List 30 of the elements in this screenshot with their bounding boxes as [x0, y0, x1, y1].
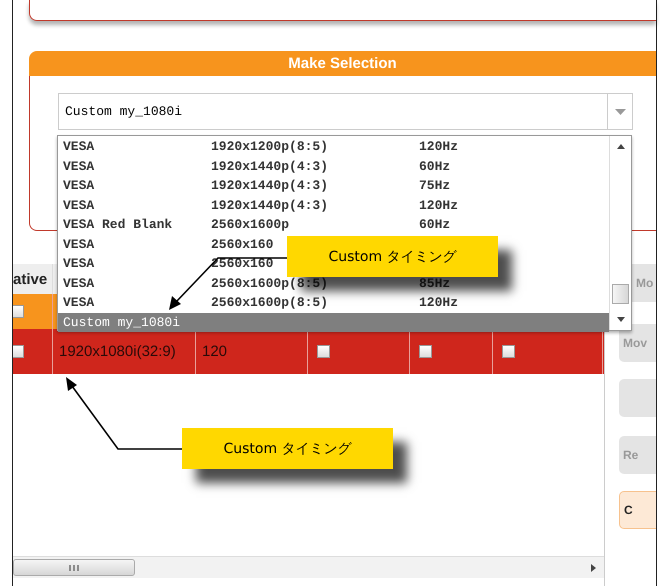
section-title: Make Selection	[29, 51, 656, 76]
scroll-down-icon[interactable]	[616, 317, 624, 322]
vertical-scrollbar[interactable]	[609, 136, 631, 330]
checkbox[interactable]	[13, 345, 24, 358]
scrollbar-thumb[interactable]	[13, 559, 135, 576]
checkbox[interactable]	[317, 345, 330, 358]
table-cell: 120	[202, 343, 228, 360]
horizontal-scrollbar[interactable]	[13, 556, 604, 578]
dropdown-option[interactable]: VESA 1920x1440p(4:3) 60Hz	[58, 156, 609, 176]
scrollbar-thumb[interactable]	[612, 284, 629, 304]
callout-label: Custom タイミング	[287, 236, 498, 277]
timing-select[interactable]: Custom my_1080i	[58, 93, 633, 130]
scroll-right-icon[interactable]	[591, 564, 596, 572]
checkbox[interactable]	[13, 305, 24, 318]
checkbox[interactable]	[502, 345, 515, 358]
callout-label: Custom タイミング	[182, 428, 393, 469]
dropdown-option[interactable]: VESA 1920x1200p(8:5) 120Hz	[58, 137, 609, 156]
scroll-up-icon[interactable]	[616, 144, 624, 149]
dropdown-option[interactable]: VESA 1920x1440p(4:3) 120Hz	[58, 196, 609, 215]
dropdown-option[interactable]: VESA 2560x1600p(8:5) 120Hz	[58, 293, 609, 312]
dropdown-option[interactable]: VESA 1920x1440p(4:3) 75Hz	[58, 176, 609, 196]
dropdown-caret-icon	[614, 108, 626, 114]
table-cell: 1920x1080i(32:9)	[59, 343, 176, 360]
dropdown-option[interactable]: VESA Red Blank 2560x1600p 60Hz	[58, 215, 609, 234]
dropdown-option[interactable]: VESA 2560x160	[58, 254, 274, 274]
checkbox[interactable]	[419, 345, 432, 358]
grip-icon	[68, 564, 80, 572]
side-button[interactable]: C	[619, 491, 656, 529]
dropdown-option[interactable]: Custom my_1080i	[58, 312, 609, 332]
dropdown-option[interactable]: VESA 2560x160	[58, 234, 274, 254]
